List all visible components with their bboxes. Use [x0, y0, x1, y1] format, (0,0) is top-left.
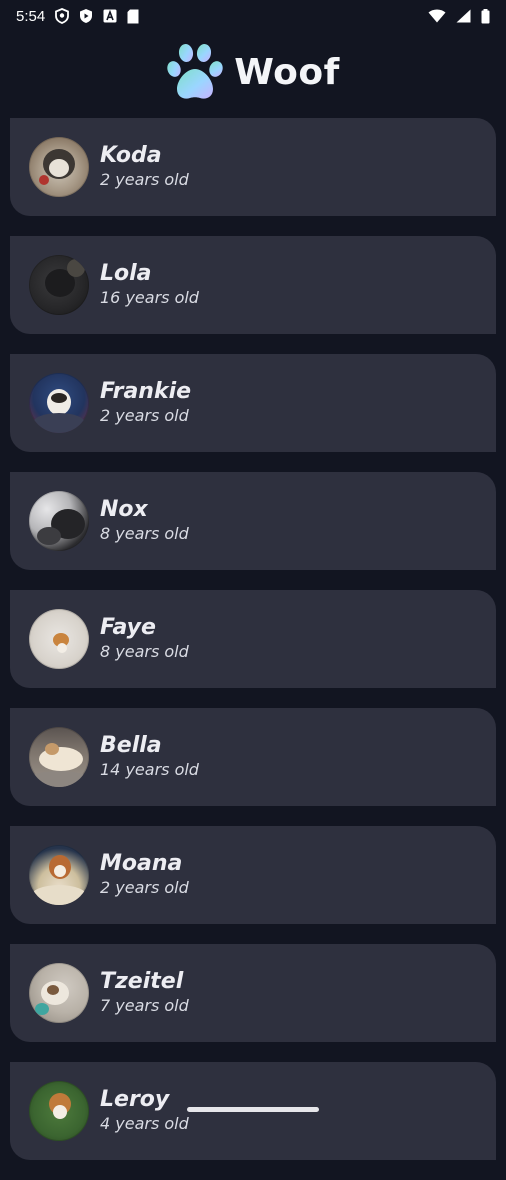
app-title: Woof: [234, 51, 340, 93]
dog-name: Faye: [100, 615, 156, 640]
dog-avatar: [29, 1081, 89, 1141]
battery-icon: [481, 8, 490, 24]
dog-info: Tzeitel 7 years old: [100, 969, 189, 1017]
dog-card-faye[interactable]: Faye 8 years old: [10, 590, 496, 688]
font-icon: [103, 9, 117, 23]
dog-info: Bella 14 years old: [100, 733, 199, 781]
dog-avatar: [29, 845, 89, 905]
status-bar: 5:54: [0, 0, 506, 32]
dog-info: Frankie 2 years old: [100, 379, 191, 427]
dog-age: 14 years old: [100, 760, 199, 779]
dog-info: Nox 8 years old: [100, 497, 189, 545]
dog-avatar: [29, 255, 89, 315]
dog-info: Faye 8 years old: [100, 615, 189, 663]
dog-avatar: [29, 963, 89, 1023]
dog-list[interactable]: Koda 2 years old Lola 16 years old Frank…: [10, 118, 496, 1180]
status-right: [428, 8, 490, 24]
dog-name: Nox: [100, 497, 148, 522]
dog-avatar: [29, 609, 89, 669]
status-time: 5:54: [16, 7, 46, 25]
dog-age: 8 years old: [100, 524, 189, 543]
dog-age: 2 years old: [100, 878, 189, 897]
dog-card-moana[interactable]: Moana 2 years old: [10, 826, 496, 924]
paw-icon: [166, 42, 224, 102]
dog-info: Lola 16 years old: [100, 261, 199, 309]
dog-name: Tzeitel: [100, 969, 184, 994]
sd-card-icon: [127, 9, 139, 24]
app-bar: Woof: [0, 32, 506, 112]
dog-info: Koda 2 years old: [100, 143, 189, 191]
dog-avatar: [29, 491, 89, 551]
signal-icon: [456, 9, 471, 23]
dog-age: 2 years old: [100, 406, 189, 425]
dog-avatar: [29, 373, 89, 433]
dog-card-frankie[interactable]: Frankie 2 years old: [10, 354, 496, 452]
dog-avatar: [29, 137, 89, 197]
dog-info: Moana 2 years old: [100, 851, 189, 899]
dog-age: 8 years old: [100, 642, 189, 661]
dog-name: Moana: [100, 851, 183, 876]
dog-card-nox[interactable]: Nox 8 years old: [10, 472, 496, 570]
shield-icon: [55, 8, 70, 24]
dog-card-koda[interactable]: Koda 2 years old: [10, 118, 496, 216]
status-left: 5:54: [16, 8, 139, 25]
dog-name: Leroy: [100, 1087, 170, 1112]
play-protect-icon: [79, 8, 93, 24]
dog-name: Frankie: [100, 379, 192, 404]
gesture-handle[interactable]: [187, 1107, 319, 1112]
dog-age: 4 years old: [100, 1114, 189, 1133]
dog-card-bella[interactable]: Bella 14 years old: [10, 708, 496, 806]
dog-card-lola[interactable]: Lola 16 years old: [10, 236, 496, 334]
dog-name: Bella: [100, 733, 162, 758]
dog-age: 16 years old: [100, 288, 199, 307]
dog-age: 2 years old: [100, 170, 189, 189]
dog-name: Koda: [100, 143, 162, 168]
dog-info: Leroy 4 years old: [100, 1087, 189, 1135]
dog-avatar: [29, 727, 89, 787]
dog-name: Lola: [100, 261, 152, 286]
dog-card-tzeitel[interactable]: Tzeitel 7 years old: [10, 944, 496, 1042]
dog-age: 7 years old: [100, 996, 189, 1015]
wifi-icon: [428, 9, 446, 23]
